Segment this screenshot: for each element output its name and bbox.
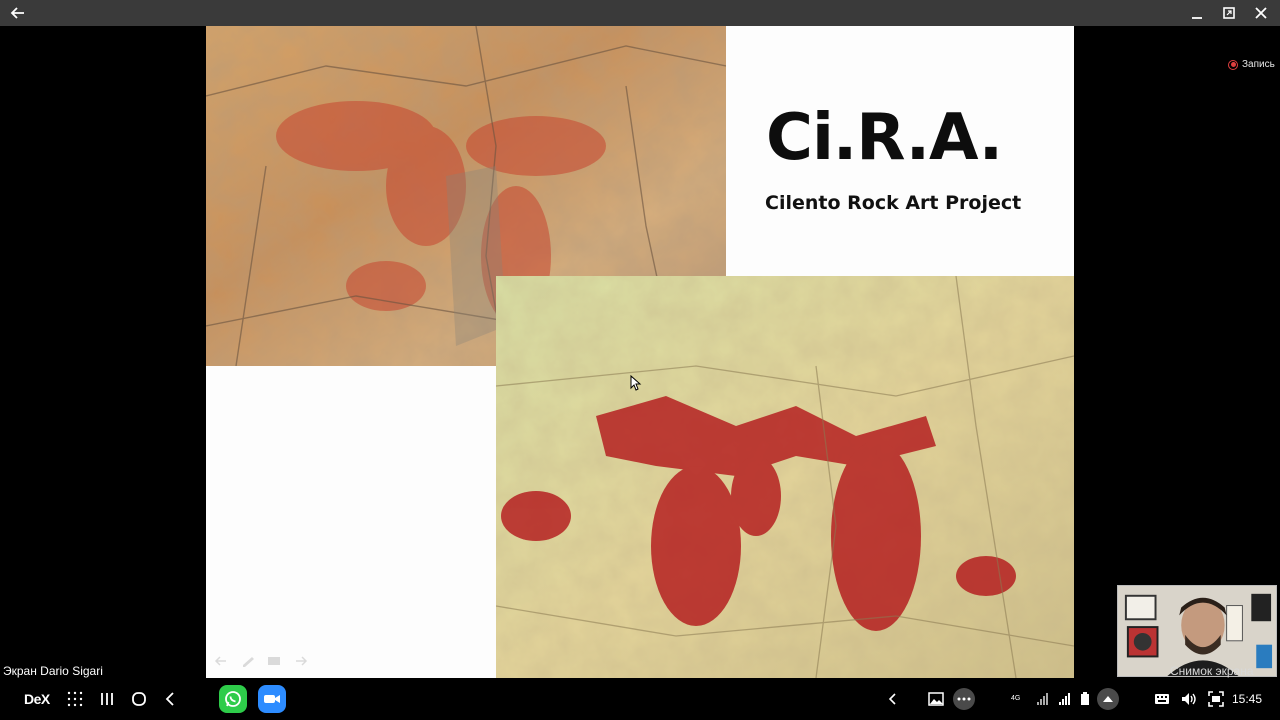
home-icon[interactable] — [131, 688, 147, 710]
maximize-icon[interactable] — [1219, 3, 1239, 23]
rock-art-photo-enhanced — [496, 276, 1074, 678]
slide-title: Ci.R.A. — [766, 101, 1003, 175]
screenshot-icon[interactable] — [1208, 688, 1224, 710]
close-icon[interactable] — [1251, 3, 1271, 23]
shared-screen: Ci.R.A. Cilento Rock Art Project Запись — [0, 26, 1280, 678]
mouse-cursor-icon — [630, 374, 642, 391]
battery-icon — [1080, 688, 1090, 710]
signal-icon-2 — [1058, 688, 1070, 710]
clock: 15:45 — [1232, 692, 1263, 706]
back-nav-icon[interactable] — [163, 688, 177, 710]
chevron-left-icon[interactable] — [887, 688, 899, 710]
signal-icon — [1036, 688, 1048, 710]
record-icon — [1228, 59, 1238, 70]
notifications-up-icon[interactable] — [1097, 688, 1119, 710]
window-titlebar — [0, 0, 1280, 26]
dex-button[interactable]: DeX — [24, 688, 50, 710]
recent-apps-icon[interactable] — [100, 688, 114, 710]
redo-icon[interactable] — [292, 654, 308, 666]
webcam-label: Снимок экрана — [1170, 664, 1254, 678]
whatsapp-icon[interactable] — [219, 685, 247, 713]
arrow-left-icon[interactable] — [8, 3, 28, 23]
slides-icon[interactable] — [266, 654, 282, 666]
network-type-label: 4G — [1011, 695, 1021, 702]
undo-icon[interactable] — [214, 654, 230, 666]
presentation-slide: Ci.R.A. Cilento Rock Art Project — [206, 26, 1074, 678]
screen-share-label: Экран Dario Sigari — [3, 664, 103, 678]
zoom-icon[interactable] — [258, 685, 286, 713]
gallery-icon[interactable] — [928, 688, 944, 710]
dex-taskbar: DeX 4G 15:45 — [0, 678, 1280, 720]
record-indicator[interactable]: Запись — [1228, 59, 1275, 70]
keyboard-icon[interactable] — [1154, 688, 1170, 710]
volume-icon[interactable] — [1181, 688, 1197, 710]
apps-grid-icon[interactable] — [67, 688, 83, 710]
slide-subtitle: Cilento Rock Art Project — [765, 192, 1022, 214]
record-label: Запись — [1242, 59, 1275, 70]
more-options-icon[interactable] — [953, 688, 975, 710]
pen-icon[interactable] — [240, 654, 256, 667]
minimize-icon[interactable] — [1187, 3, 1207, 23]
slide-controls — [214, 654, 308, 667]
